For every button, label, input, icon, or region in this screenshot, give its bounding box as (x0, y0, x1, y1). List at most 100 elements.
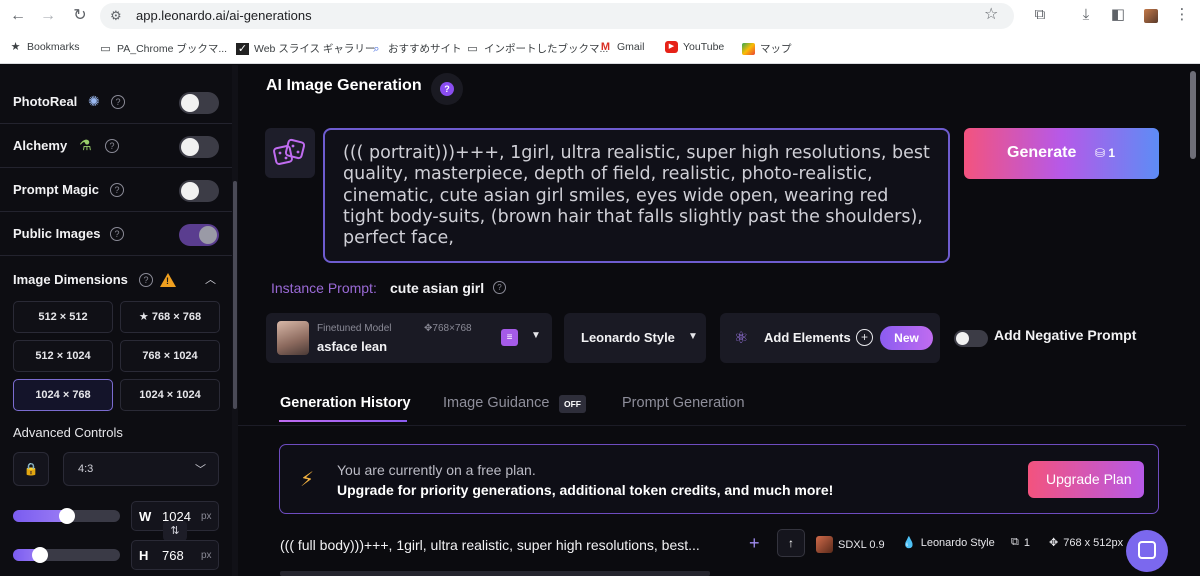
chevron-up-icon[interactable]: ︿ (205, 271, 216, 287)
negative-prompt-label[interactable]: Add Negative Prompt (994, 327, 1136, 343)
advanced-controls-label: Advanced Controls (13, 425, 123, 440)
model-thumbnail (277, 321, 309, 355)
atom-icon: ⚛ (734, 330, 749, 347)
swap-dimensions-icon[interactable]: ⇅ (163, 521, 187, 541)
upgrade-plan-banner: ⚡ You are currently on a free plan. Upgr… (279, 444, 1159, 514)
chat-support-button[interactable] (1126, 530, 1168, 572)
negative-prompt-toggle[interactable] (954, 330, 988, 347)
height-slider[interactable] (13, 547, 120, 563)
more-menu-icon[interactable]: ⋮ (1172, 5, 1192, 25)
dimension-768x1024[interactable]: 768 × 1024 (120, 340, 220, 372)
site-settings-icon[interactable]: ⚙ (110, 8, 126, 24)
prompt-magic-row: Prompt Magic ? (0, 168, 232, 212)
help-icon[interactable]: ? (493, 281, 506, 294)
plus-circle-icon: + (856, 329, 873, 346)
sidebar-scrollbar-thumb[interactable] (233, 181, 237, 409)
bookmark-item[interactable]: M Gmail (599, 41, 645, 53)
aspect-ratio-select[interactable]: 4:3 ﹀ (63, 452, 219, 486)
history-prompt[interactable]: ((( full body)))+++, 1girl, ultra realis… (280, 537, 700, 553)
help-icon[interactable]: ? (111, 95, 125, 109)
dimension-512x1024[interactable]: 512 × 1024 (13, 340, 113, 372)
upload-arrow-icon[interactable]: ↑ (777, 529, 805, 557)
upgrade-plan-button[interactable]: Upgrade Plan (1028, 461, 1144, 498)
new-badge: New (880, 326, 933, 350)
main-scrollbar-thumb[interactable] (1190, 71, 1196, 159)
lightning-icon: ⚡ (300, 469, 315, 491)
alchemy-flask-icon: ⚗ (79, 137, 92, 153)
address-bar[interactable]: ⚙ app.leonardo.ai/ai-generations (100, 3, 1014, 29)
forward-arrow-icon[interactable]: → (38, 6, 58, 26)
bookmark-item[interactable]: ★ Bookmarks (9, 41, 80, 53)
image-dimensions-label: Image Dimensions (13, 272, 128, 287)
dimension-768x768[interactable]: ★ 768 × 768 (120, 301, 220, 333)
height-field[interactable]: H 768 px (131, 540, 219, 570)
images-icon: ⧉ (1011, 536, 1019, 548)
bookmark-item[interactable]: ⌕ おすすめサイト (370, 41, 461, 56)
help-icon[interactable]: ? (105, 139, 119, 153)
web-slice-icon: ✓ (236, 42, 249, 55)
side-panel-icon[interactable]: ◧ (1108, 5, 1128, 25)
dimension-512x512[interactable]: 512 × 512 (13, 301, 113, 333)
bookmark-item[interactable]: ✓ Web スライス ギャラリー (236, 41, 375, 56)
bookmark-item[interactable]: ▭ インポートしたブックマ... (466, 41, 608, 56)
bookmark-item[interactable]: ▶ YouTube (665, 41, 724, 53)
prompt-input[interactable]: ((( portrait)))+++, 1girl, ultra realist… (323, 128, 950, 263)
style-selector[interactable]: Leonardo Style ▼ (564, 313, 706, 363)
height-slider-thumb[interactable] (32, 547, 48, 563)
bookmark-item[interactable]: マップ (742, 41, 792, 56)
maps-icon (742, 42, 755, 55)
warning-icon: ! (160, 273, 176, 287)
prompt-text[interactable]: ((( portrait)))+++, 1girl, ultra realist… (343, 143, 933, 249)
reload-icon[interactable]: ↻ (70, 6, 90, 26)
main-scrollbar[interactable] (1186, 65, 1200, 576)
add-elements-button[interactable]: ⚛ Add Elements + New (720, 313, 940, 363)
bookmark-star-icon[interactable]: ☆ (984, 4, 998, 24)
help-icon[interactable]: ? (110, 183, 124, 197)
photoreal-row: PhotoReal ✺ ? (0, 80, 232, 124)
instance-prompt-label: Instance Prompt: (271, 280, 377, 296)
youtube-icon: ▶ (665, 41, 678, 53)
extensions-icon[interactable]: ⧉ (1030, 5, 1050, 25)
tab-generation-history[interactable]: Generation History (280, 395, 411, 411)
browser-toolbar: ← → ↻ ⚙ app.leonardo.ai/ai-generations ☆… (0, 0, 1200, 32)
alchemy-toggle[interactable] (179, 136, 219, 158)
bookmark-item[interactable]: ▭ PA_Chrome ブックマ... (99, 41, 227, 56)
caret-down-icon: ▼ (531, 330, 541, 341)
app-root: PhotoReal ✺ ? Alchemy ⚗ ? Prompt Magic ?… (0, 65, 1200, 576)
tab-image-guidance[interactable]: Image Guidance (443, 395, 549, 411)
download-icon[interactable]: ⤓ (1076, 5, 1096, 25)
history-count: ⧉ 1 (1011, 536, 1030, 549)
profile-avatar[interactable] (1144, 9, 1158, 23)
public-images-toggle[interactable] (179, 224, 219, 246)
alchemy-row: Alchemy ⚗ ? (0, 124, 232, 168)
dimension-1024x1024[interactable]: 1024 × 1024 (120, 379, 220, 411)
photoreal-toggle[interactable] (179, 92, 219, 114)
width-slider[interactable] (13, 508, 120, 524)
tab-prompt-generation[interactable]: Prompt Generation (622, 395, 745, 411)
aspect-lock-icon[interactable]: 🔒 (13, 452, 49, 486)
chevron-down-icon: ﹀ (195, 464, 206, 476)
resize-icon: ✥ (1049, 537, 1059, 549)
dimension-1024x768[interactable]: 1024 × 768 (13, 379, 113, 411)
caret-down-icon: ▼ (688, 331, 698, 342)
add-icon[interactable]: + (749, 533, 760, 554)
prompt-magic-toggle[interactable] (179, 180, 219, 202)
model-selector[interactable]: Finetuned Model ✥768×768 asface lean ≡ ▼ (266, 313, 552, 363)
random-prompt-button[interactable] (265, 128, 315, 178)
star-icon: ★ (10, 41, 21, 53)
back-arrow-icon[interactable]: ← (8, 6, 28, 26)
help-button[interactable]: ? (431, 73, 463, 105)
help-icon[interactable]: ? (110, 227, 124, 241)
dice-icon (273, 138, 306, 165)
width-slider-thumb[interactable] (59, 508, 75, 524)
image-guidance-status-badge: OFF (559, 395, 586, 413)
help-icon: ? (440, 82, 454, 96)
token-icon: ⛁ (1095, 146, 1109, 160)
help-icon[interactable]: ? (139, 273, 153, 287)
generate-button[interactable]: Generate ⛁ 1 (964, 128, 1159, 179)
history-model: SDXL 0.9 (816, 536, 885, 553)
gmail-icon: M (600, 41, 611, 53)
public-images-row: Public Images ? (0, 212, 232, 256)
history-style: 💧 Leonardo Style (902, 536, 995, 550)
url-text[interactable]: app.leonardo.ai/ai-generations (136, 8, 312, 23)
